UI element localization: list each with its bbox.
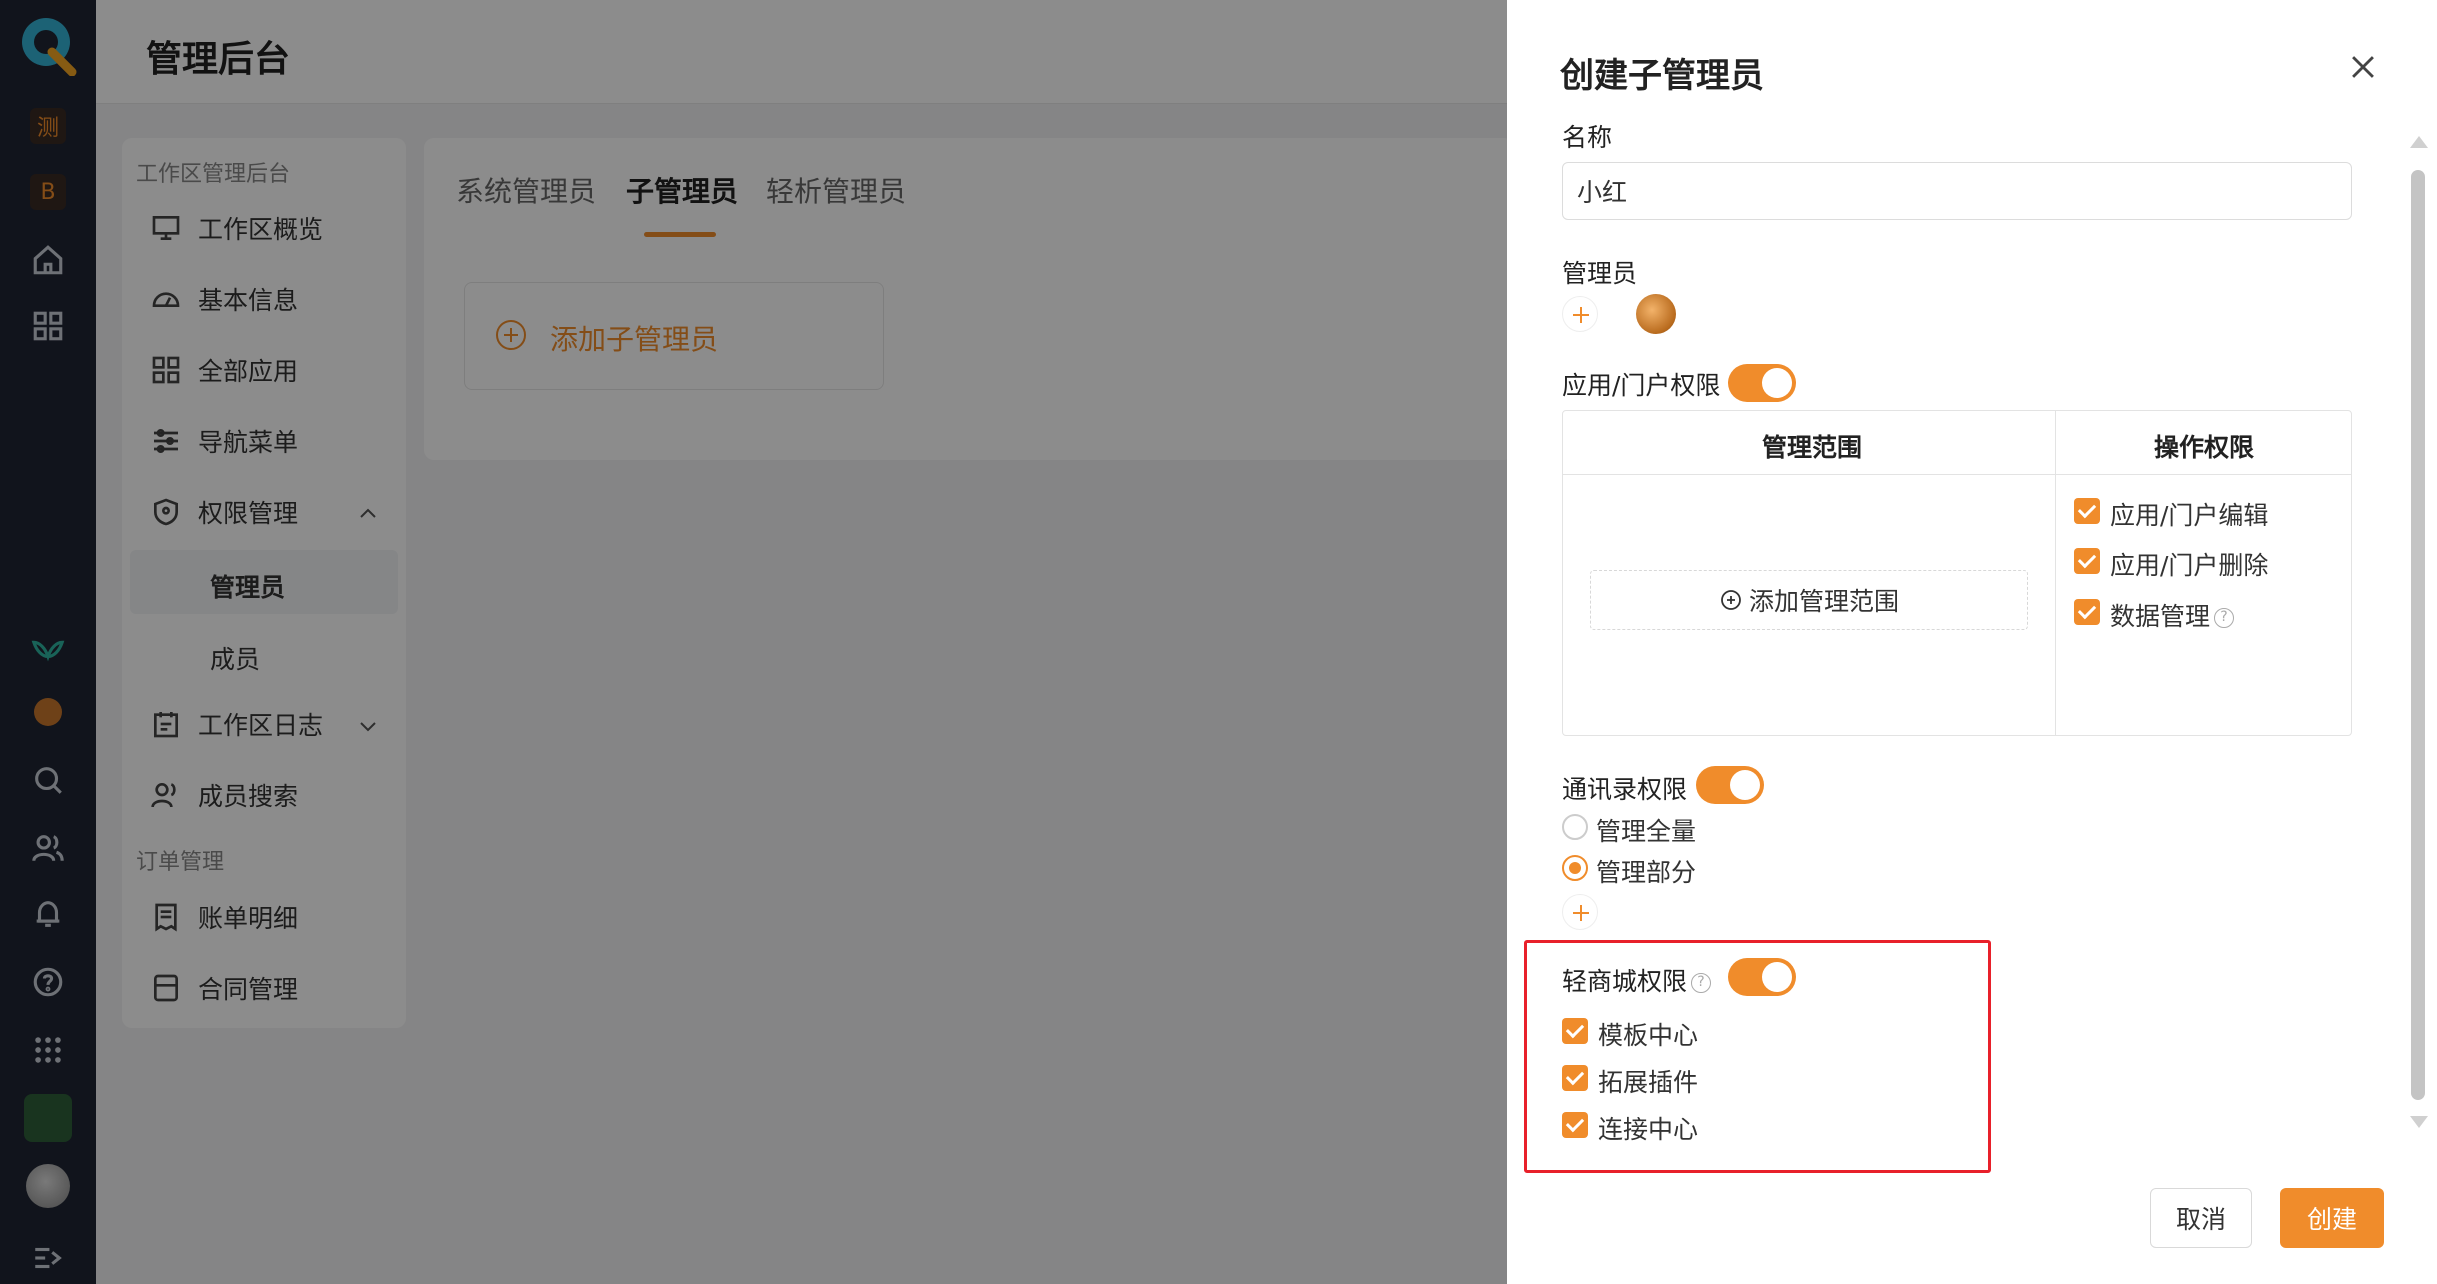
checkbox-data-manage[interactable]: [2074, 599, 2100, 625]
scrollbar-thumb[interactable]: [2411, 170, 2425, 1100]
mall-permission-label-wrap: 轻商城权限?: [1562, 962, 1712, 998]
checkbox-template-center[interactable]: [1562, 1018, 1588, 1044]
table-divider: [2055, 410, 2056, 736]
help-icon[interactable]: ?: [1691, 973, 1712, 993]
checkbox-app-edit[interactable]: [2074, 498, 2100, 524]
add-scope-button[interactable]: 添加管理范围: [1590, 570, 2028, 630]
table-divider: [1562, 474, 2352, 475]
table-header-scope: 管理范围: [1762, 433, 1863, 462]
checkbox-app-delete[interactable]: [2074, 548, 2100, 574]
checkbox-label: 连接中心: [1598, 1115, 1699, 1144]
mall-permission-toggle[interactable]: [1728, 958, 1796, 996]
create-button[interactable]: 创建: [2280, 1188, 2384, 1248]
mall-permission-label: 轻商城权限: [1562, 967, 1688, 996]
admin-avatar[interactable]: [1636, 294, 1676, 334]
contacts-permission-toggle[interactable]: [1696, 766, 1764, 804]
radio-label: 管理全量: [1596, 817, 1697, 846]
add-contacts-scope-button[interactable]: [1562, 894, 1598, 930]
scroll-up-arrow[interactable]: [2410, 136, 2428, 148]
radio-manage-part[interactable]: [1562, 855, 1588, 881]
contacts-permission-label: 通讯录权限: [1562, 775, 1688, 804]
close-icon[interactable]: [2346, 50, 2380, 84]
checkbox-label: 应用/门户编辑: [2110, 501, 2269, 530]
checkbox-label-wrap: 数据管理?: [2110, 597, 2235, 633]
name-input[interactable]: [1562, 162, 2352, 220]
app-permission-toggle[interactable]: [1728, 364, 1796, 402]
help-icon[interactable]: ?: [2214, 608, 2235, 628]
add-admin-button[interactable]: [1562, 296, 1598, 332]
radio-label: 管理部分: [1596, 858, 1697, 887]
admin-label: 管理员: [1562, 259, 1638, 288]
checkbox-label: 拓展插件: [1598, 1068, 1699, 1097]
table-header-ops: 操作权限: [2154, 433, 2255, 462]
drawer-title: 创建子管理员: [1560, 56, 1764, 96]
add-scope-label: 添加管理范围: [1748, 587, 1899, 616]
checkbox-label: 数据管理: [2110, 602, 2211, 631]
cancel-button[interactable]: 取消: [2150, 1188, 2252, 1248]
scroll-down-arrow[interactable]: [2410, 1116, 2428, 1128]
app-permission-label: 应用/门户权限: [1562, 371, 1721, 400]
checkbox-label: 应用/门户删除: [2110, 551, 2269, 580]
checkbox-extension-plugins[interactable]: [1562, 1065, 1588, 1091]
plus-circle-icon: [1721, 590, 1741, 610]
checkbox-connection-center[interactable]: [1562, 1112, 1588, 1138]
radio-manage-all[interactable]: [1562, 814, 1588, 840]
name-label: 名称: [1562, 123, 1613, 152]
modal-overlay[interactable]: [0, 0, 1507, 1284]
checkbox-label: 模板中心: [1598, 1021, 1699, 1050]
